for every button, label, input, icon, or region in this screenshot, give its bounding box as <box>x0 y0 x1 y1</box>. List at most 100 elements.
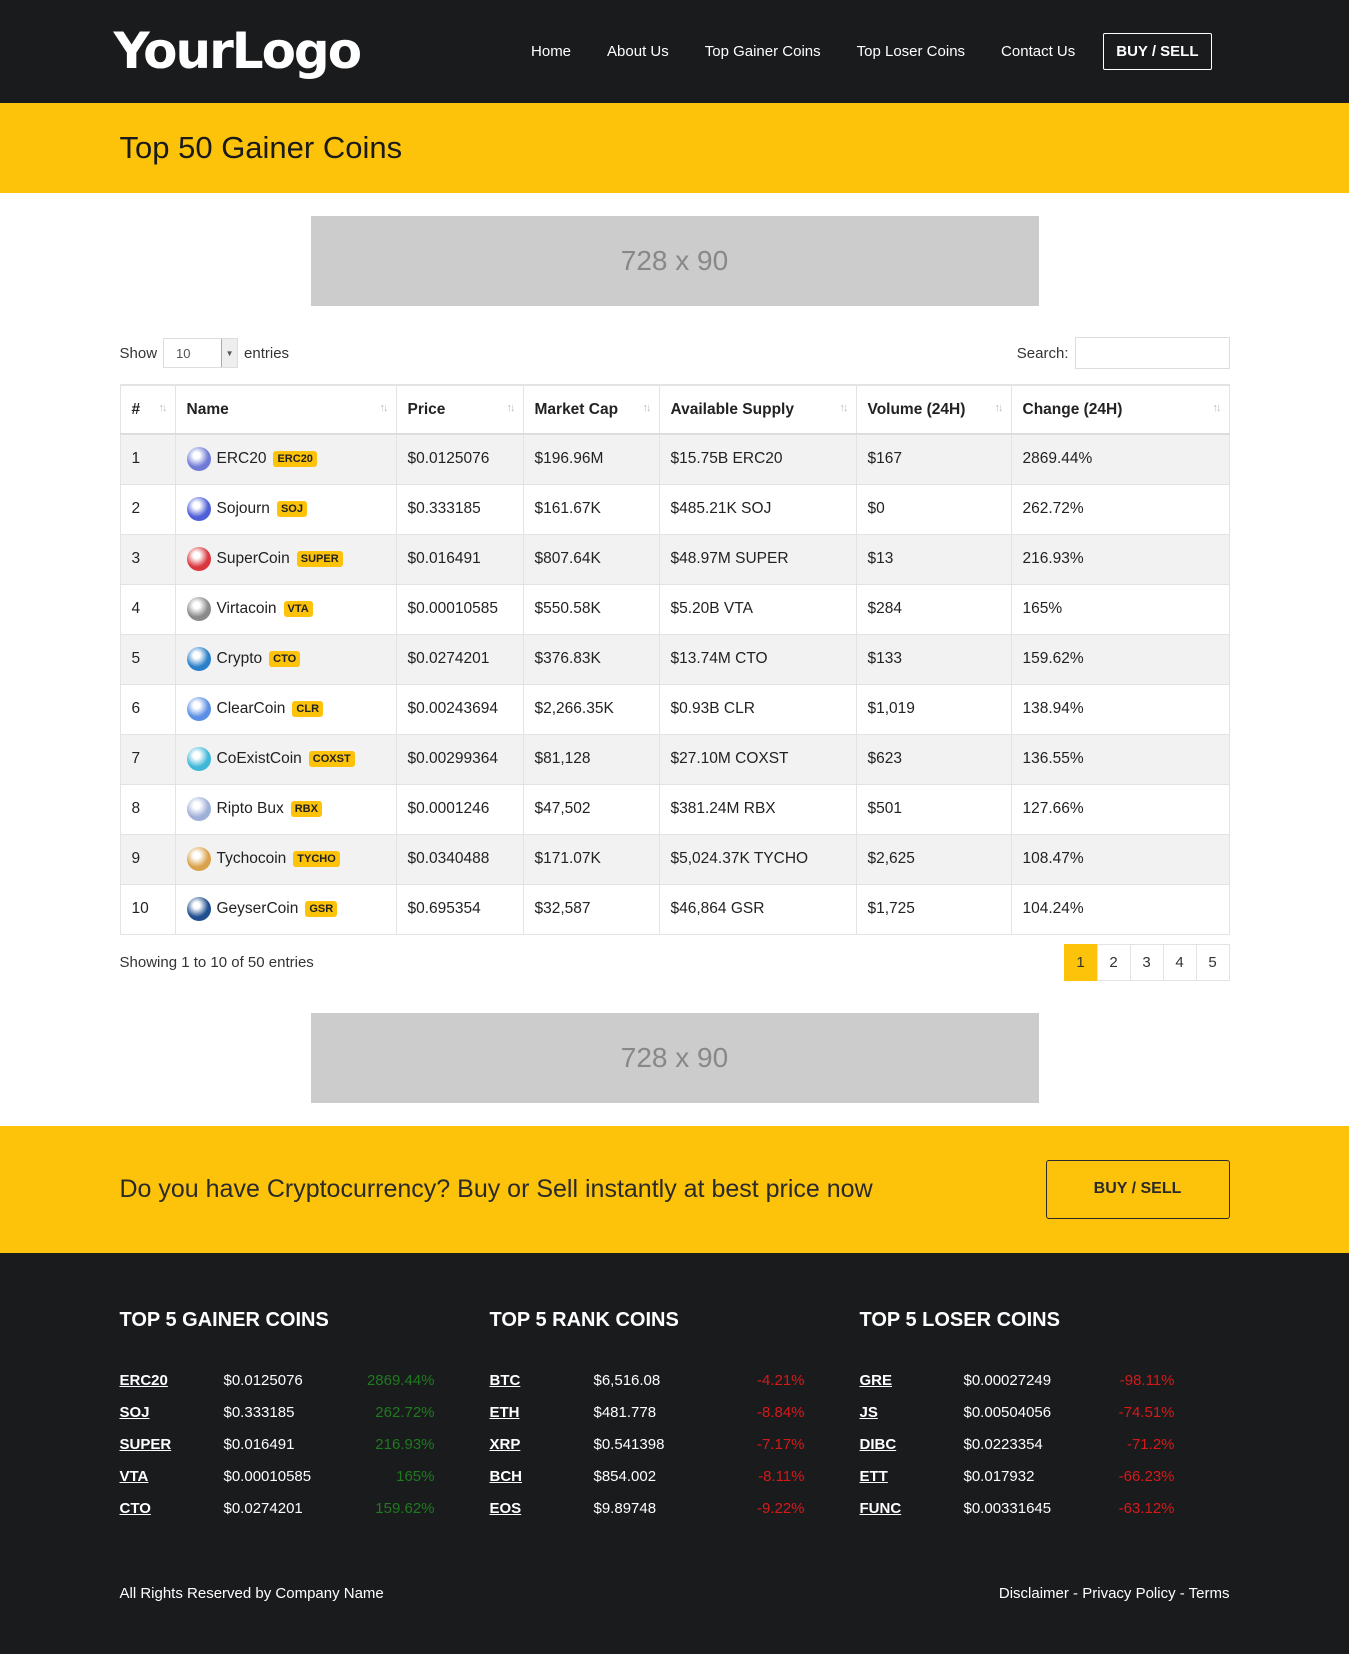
col-header-price[interactable]: Price ↑↓ <box>395 384 524 435</box>
col-header-name[interactable]: Name ↑↓ <box>174 384 397 435</box>
footer-coin-link[interactable]: BCH <box>490 1468 594 1485</box>
cta-buy-sell-button[interactable]: BUY / SELL <box>1045 1159 1230 1219</box>
name-cell: ClearCoin CLR <box>174 683 397 735</box>
footer-coin-price: $0.0223354 <box>963 1436 1043 1453</box>
footer-coin-price: $0.00027249 <box>963 1372 1052 1389</box>
coin-name-link[interactable]: Sojourn <box>217 500 270 518</box>
footer-coin-link[interactable]: FUNC <box>860 1500 964 1517</box>
footer-column: TOP 5 GAINER COINS ERC20 $0.0125076 2869.44… <box>120 1309 490 1525</box>
table-row[interactable]: 2 Sojourn SOJ $0.333185 $161.67K $485.21K SOJ… <box>119 483 1230 535</box>
sort-icon[interactable]: ↑↓ <box>840 402 849 414</box>
entries-label: entries <box>244 344 290 362</box>
col-header-volume[interactable]: Volume (24H) ↑↓ <box>855 384 1012 435</box>
page-button-4[interactable]: 4 <box>1162 943 1197 981</box>
page-button-1[interactable]: 1 <box>1063 943 1098 981</box>
nav-top-loser-coins[interactable]: Top Loser Coins <box>857 43 965 60</box>
name-cell: Sojourn SOJ <box>174 483 397 535</box>
coin-name-link[interactable]: GeyserCoin <box>217 900 299 918</box>
col-header-available-supply[interactable]: Available Supply ↑↓ <box>658 384 857 435</box>
terms-link[interactable]: Terms <box>1189 1585 1230 1602</box>
disclaimer-link[interactable]: Disclaimer <box>999 1585 1069 1602</box>
footer-bottom: All Rights Reserved by Company Name Disc… <box>120 1585 1230 1602</box>
nav-home[interactable]: Home <box>531 43 571 60</box>
coin-name-link[interactable]: Crypto <box>217 650 263 668</box>
rank-cell: 1 <box>119 433 176 485</box>
market-cap-cell: $81,128 <box>522 733 660 785</box>
chevron-down-icon[interactable]: ▼ <box>221 339 238 367</box>
footer-coin-link[interactable]: DIBC <box>860 1436 964 1453</box>
change-cell: 216.93% <box>1010 533 1230 585</box>
page-button-2[interactable]: 2 <box>1096 943 1131 981</box>
coin-name-link[interactable]: ERC20 <box>217 450 267 468</box>
table-row[interactable]: 8 Ripto Bux RBX $0.0001246 $47,502 $381.24M R… <box>119 783 1230 835</box>
sort-icon[interactable]: ↑↓ <box>643 402 652 414</box>
price-cell: $0.016491 <box>395 533 524 585</box>
footer-coin-row: ERC20 $0.0125076 2869.44% <box>120 1365 490 1397</box>
footer-coin-row: XRP $0.541398 -7.17% <box>490 1429 860 1461</box>
col-header-market-cap[interactable]: Market Cap ↑↓ <box>522 384 660 435</box>
coin-name-link[interactable]: Tychocoin <box>217 850 287 868</box>
header-buy-sell-button[interactable]: BUY / SELL <box>1103 33 1212 70</box>
table-row[interactable]: 5 Crypto CTO $0.0274201 $376.83K $13.74M CTO $… <box>119 633 1230 685</box>
footer-coin-link[interactable]: JS <box>860 1404 964 1421</box>
volume-cell: $1,019 <box>855 683 1012 735</box>
show-label: Show <box>119 344 158 362</box>
change-cell: 165% <box>1010 583 1230 635</box>
riptobux-icon <box>186 797 211 821</box>
footer-coin-link[interactable]: SUPER <box>120 1436 224 1453</box>
rank-cell: 2 <box>119 483 176 535</box>
entries-select[interactable]: 10 ▼ <box>163 338 239 368</box>
footer-coin-row: GRE $0.00027249 -98.11% <box>860 1365 1230 1397</box>
footer-coin-link[interactable]: ERC20 <box>120 1372 224 1389</box>
col-header-rank[interactable]: # ↑↓ <box>119 384 176 435</box>
price-cell: $0.0001246 <box>395 783 524 835</box>
sort-icon[interactable]: ↑↓ <box>507 402 516 414</box>
page-button-5[interactable]: 5 <box>1195 943 1230 981</box>
table-row[interactable]: 1 ERC20 ERC20 $0.0125076 $196.96M $15.75B ERC… <box>119 433 1230 485</box>
table-controls: Show 10 ▼ entries Search: <box>120 337 1230 369</box>
footer-coin-link[interactable]: ETT <box>860 1468 964 1485</box>
table-row[interactable]: 6 ClearCoin CLR $0.00243694 $2,266.35K $0.93B… <box>119 683 1230 735</box>
supply-cell: $48.97M SUPER <box>658 533 857 585</box>
logo[interactable]: YourLogo <box>114 22 363 80</box>
footer-coin-change: -9.22% <box>756 1500 805 1517</box>
col-header-change[interactable]: Change (24H) ↑↓ <box>1010 384 1230 435</box>
coin-name-link[interactable]: SuperCoin <box>217 550 290 568</box>
footer-coin-link[interactable]: SOJ <box>120 1404 224 1421</box>
ad-banner-bottom[interactable]: 728 x 90 <box>310 1012 1039 1103</box>
volume-cell: $13 <box>855 533 1012 585</box>
privacy-policy-link[interactable]: Privacy Policy <box>1082 1585 1175 1602</box>
nav-top-gainer-coins[interactable]: Top Gainer Coins <box>705 43 821 60</box>
footer-coin-link[interactable]: EOS <box>490 1500 594 1517</box>
footer-coin-link[interactable]: CTO <box>120 1500 224 1517</box>
entries-length-control: Show 10 ▼ entries <box>119 338 290 368</box>
coin-name-link[interactable]: ClearCoin <box>217 700 286 718</box>
footer-coin-row: EOS $9.89748 -9.22% <box>490 1493 860 1525</box>
search-label: Search: <box>1016 344 1069 362</box>
sort-icon[interactable]: ↑↓ <box>380 402 389 414</box>
sort-icon[interactable]: ↑↓ <box>1213 402 1222 414</box>
table-row[interactable]: 3 SuperCoin SUPER $0.016491 $807.64K $48.97M … <box>119 533 1230 585</box>
ad-banner-top[interactable]: 728 x 90 <box>310 216 1039 306</box>
table-row[interactable]: 10 GeyserCoin GSR $0.695354 $32,587 $46,864 G… <box>119 883 1230 935</box>
table-row[interactable]: 9 Tychocoin TYCHO $0.0340488 $171.07K $5,024.… <box>119 833 1230 885</box>
coin-name-link[interactable]: CoExistCoin <box>217 750 302 768</box>
sort-icon[interactable]: ↑↓ <box>159 402 168 414</box>
footer-coin-change: 159.62% <box>375 1500 435 1517</box>
coin-name-link[interactable]: Ripto Bux <box>217 800 284 818</box>
footer-coin-link[interactable]: GRE <box>860 1372 964 1389</box>
coin-name-link[interactable]: Virtacoin <box>217 600 277 618</box>
footer-coin-link[interactable]: XRP <box>490 1436 594 1453</box>
search-control: Search: <box>1017 337 1230 369</box>
page-button-3[interactable]: 3 <box>1129 943 1164 981</box>
table-row[interactable]: 7 CoExistCoin COXST $0.00299364 $81,128 $27.1… <box>119 733 1230 785</box>
sort-icon[interactable]: ↑↓ <box>995 402 1004 414</box>
footer-coin-link[interactable]: VTA <box>120 1468 224 1485</box>
search-input[interactable] <box>1074 337 1230 369</box>
footer-coin-change: -7.17% <box>756 1436 805 1453</box>
nav-contact-us[interactable]: Contact Us <box>1001 43 1075 60</box>
nav-about-us[interactable]: About Us <box>607 43 669 60</box>
table-row[interactable]: 4 Virtacoin VTA $0.00010585 $550.58K $5.20B V… <box>119 583 1230 635</box>
footer-coin-link[interactable]: BTC <box>490 1372 594 1389</box>
footer-coin-link[interactable]: ETH <box>490 1404 594 1421</box>
